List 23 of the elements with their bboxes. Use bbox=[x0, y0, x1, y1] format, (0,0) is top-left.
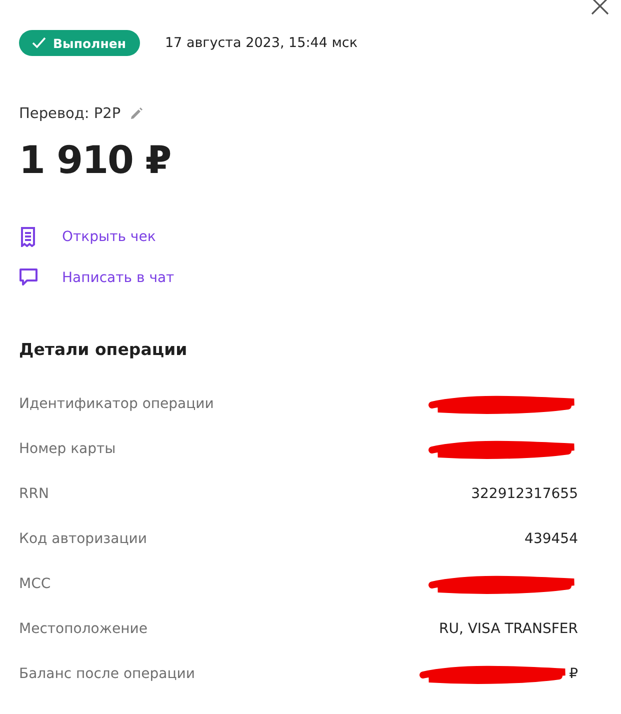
section-heading: Детали операции bbox=[19, 340, 188, 359]
detail-value: 439454 bbox=[524, 530, 578, 546]
amount: 1 910 ₽ bbox=[19, 138, 172, 182]
detail-value: RU, VISA TRANSFER bbox=[438, 620, 578, 636]
pencil-icon[interactable] bbox=[128, 107, 143, 121]
detail-label: Номер карты bbox=[19, 440, 116, 456]
action-link[interactable]: Открыть чек bbox=[62, 228, 156, 244]
detail-label: Идентификатор операции bbox=[19, 396, 214, 412]
receipt-icon bbox=[19, 226, 38, 246]
speech-bubble-icon bbox=[19, 268, 38, 288]
detail-label: Код авторизации bbox=[19, 530, 147, 546]
status-badge: Выполнен bbox=[19, 30, 140, 56]
detail-value: 322912317655 bbox=[471, 486, 578, 502]
operation-type: Перевод: P2P bbox=[19, 106, 121, 122]
detail-value: ₽ bbox=[569, 666, 578, 682]
check-icon bbox=[32, 37, 46, 49]
detail-label: MCC bbox=[19, 576, 51, 592]
close-icon[interactable] bbox=[590, 0, 610, 16]
action-link[interactable]: Написать в чат bbox=[62, 270, 174, 286]
detail-label: Местоположение bbox=[19, 620, 148, 636]
detail-label: RRN bbox=[19, 486, 49, 502]
date-text: 17 августа 2023, 15:44 мск bbox=[164, 35, 358, 51]
detail-label: Баланс после операции bbox=[19, 666, 195, 682]
